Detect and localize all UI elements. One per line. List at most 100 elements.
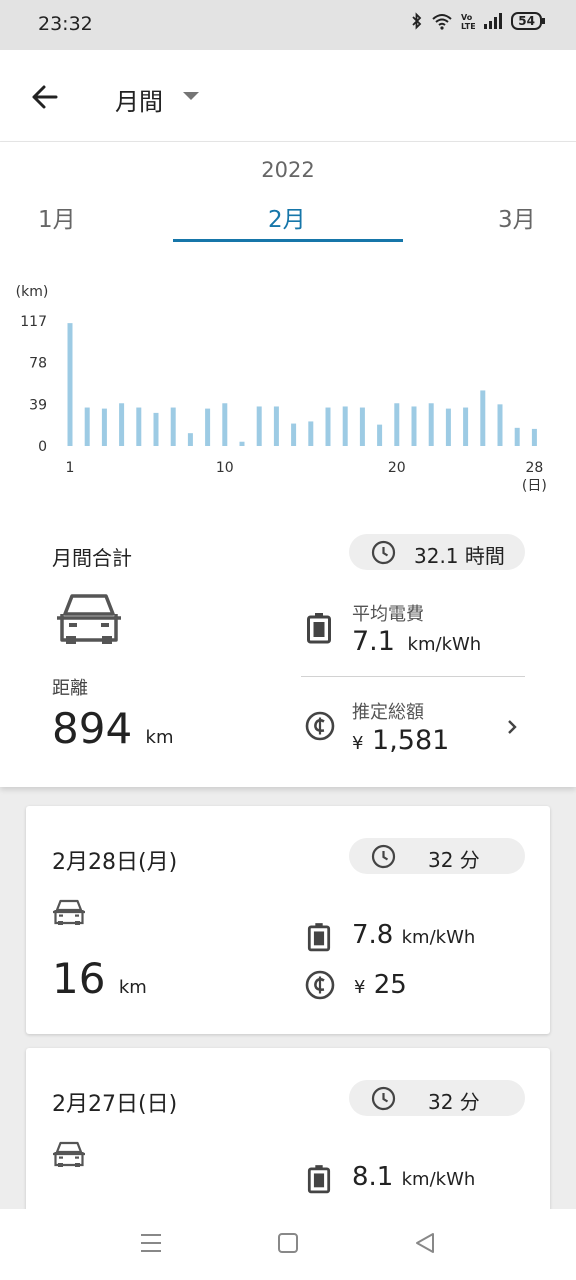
distance-bar [153,412,159,446]
status-time: 23:32 [38,13,93,35]
battery-efficiency-icon [307,613,331,644]
distance-bar [239,441,245,446]
battery-efficiency-icon [307,1165,331,1194]
distance-value: 894 [52,704,133,753]
duration-value: 32 分 [428,1090,480,1114]
cost-coin-icon [305,970,335,1000]
dropdown-caret-icon[interactable] [183,92,199,100]
distance-bar [187,433,193,446]
x-tick-label: 10 [216,460,234,476]
day-efficiency: 8.1 km/kWh [352,1162,475,1192]
distance-bar [445,408,451,446]
distance-bar [101,408,107,446]
back-arrow-icon[interactable] [22,74,68,120]
y-axis-unit-label: (km) [16,284,49,300]
distance-bar [480,390,486,446]
distance-bar [394,403,400,446]
day-date: 2月27日(日) [52,1092,178,1117]
distance-unit: km [145,727,174,748]
day-cost: ¥ 25 [354,970,407,1000]
signal-icon [484,13,503,29]
x-tick-label: 28 [525,460,543,476]
x-tick-label: 1 [66,460,75,476]
period-dropdown[interactable]: 月間 [115,82,163,117]
cost-currency: ¥ [352,733,364,754]
clock-icon [371,844,396,869]
tab-next-month[interactable]: 3月 [498,200,536,234]
clock-icon [371,540,396,565]
battery-icon: 54 [511,12,545,30]
chevron-right-icon[interactable] [502,715,522,739]
monthly-total-label: 月間合計 [52,546,132,570]
monthly-distance: 894 km [52,704,174,753]
daily-distance-chart: (km) 117 78 39 0 1 10 20 28 (日) [16,284,547,494]
distance-bar [325,407,331,446]
y-tick-label: 117 [20,314,47,330]
x-axis-unit-label: (日) [522,478,547,494]
distance-bar [308,421,314,446]
duration-pill: 32 分 [349,838,525,874]
status-icons: Vo LTE 54 [411,12,545,30]
day-efficiency: 7.8 km/kWh [352,920,475,950]
cost-value: 25 [373,970,407,1000]
y-tick-label: 78 [29,356,47,372]
system-navigation-bar [0,1209,576,1280]
distance-bar [342,406,348,446]
distance-bar [411,406,417,446]
year-label: 2022 [261,158,315,182]
cost-currency: ¥ [354,977,366,998]
tab-prev-month[interactable]: 1月 [38,200,76,234]
x-tick-label: 20 [388,460,406,476]
day-date: 2月28日(月) [52,850,178,875]
duration-value: 32.1 時間 [414,544,505,568]
estimated-cost-label: 推定総額 [352,702,424,723]
average-efficiency-label: 平均電費 [352,604,424,625]
status-bar: 23:32 Vo LTE 54 [0,0,576,50]
distance-bar [359,407,365,446]
efficiency-unit: km/kWh [401,1169,476,1190]
distance-bar [531,428,537,446]
cost-coin-icon [305,711,335,741]
back-triangle-icon[interactable] [414,1231,436,1255]
svg-text:Vo: Vo [461,13,473,22]
distance-bar [514,427,520,446]
svg-text:LTE: LTE [461,22,475,30]
efficiency-value: 8.1 [352,1162,394,1192]
car-icon [57,594,121,644]
distance-bar [273,406,279,446]
estimated-cost[interactable]: ¥ 1,581 [352,725,449,756]
distance-bar [84,407,90,446]
efficiency-unit: km/kWh [401,927,476,948]
menu-icon[interactable] [139,1231,163,1255]
distance-bar [119,403,125,446]
duration-value: 32 分 [428,848,480,872]
tab-current-month[interactable]: 2月 [268,200,306,234]
distance-bar [256,406,262,446]
distance-bar [497,404,503,446]
distance-value: 16 [52,954,106,1003]
distance-bar [170,407,176,446]
home-square-icon[interactable] [277,1231,299,1255]
cost-value: 1,581 [372,725,450,756]
app-bar: 月間 [0,50,576,142]
distance-bar [428,403,434,446]
active-tab-indicator [173,239,403,242]
distance-bar [136,407,142,446]
distance-unit: km [118,977,147,998]
monthly-summary-panel: 2022 1月 2月 3月 (km) 117 78 39 0 1 10 20 28 (日) 月間合… [0,142,576,787]
battery-efficiency-icon [307,923,331,952]
stats-divider [301,676,525,677]
volte-icon: VoLTE [461,13,475,30]
distance-bar [291,423,297,446]
distance-label: 距離 [52,678,88,699]
day-distance: 16 km [52,954,147,1003]
duration-pill: 32.1 時間 [349,534,525,570]
efficiency-value: 7.8 [352,920,394,950]
bluetooth-icon [412,12,422,30]
distance-bar [67,323,73,446]
car-icon [53,899,85,925]
car-icon [53,1141,85,1167]
day-card[interactable]: 2月28日(月) 32 分 16 km 7.8 km/kWh ¥ 25 [26,806,550,1034]
y-tick-label: 0 [38,439,47,455]
wifi-icon [432,14,452,30]
